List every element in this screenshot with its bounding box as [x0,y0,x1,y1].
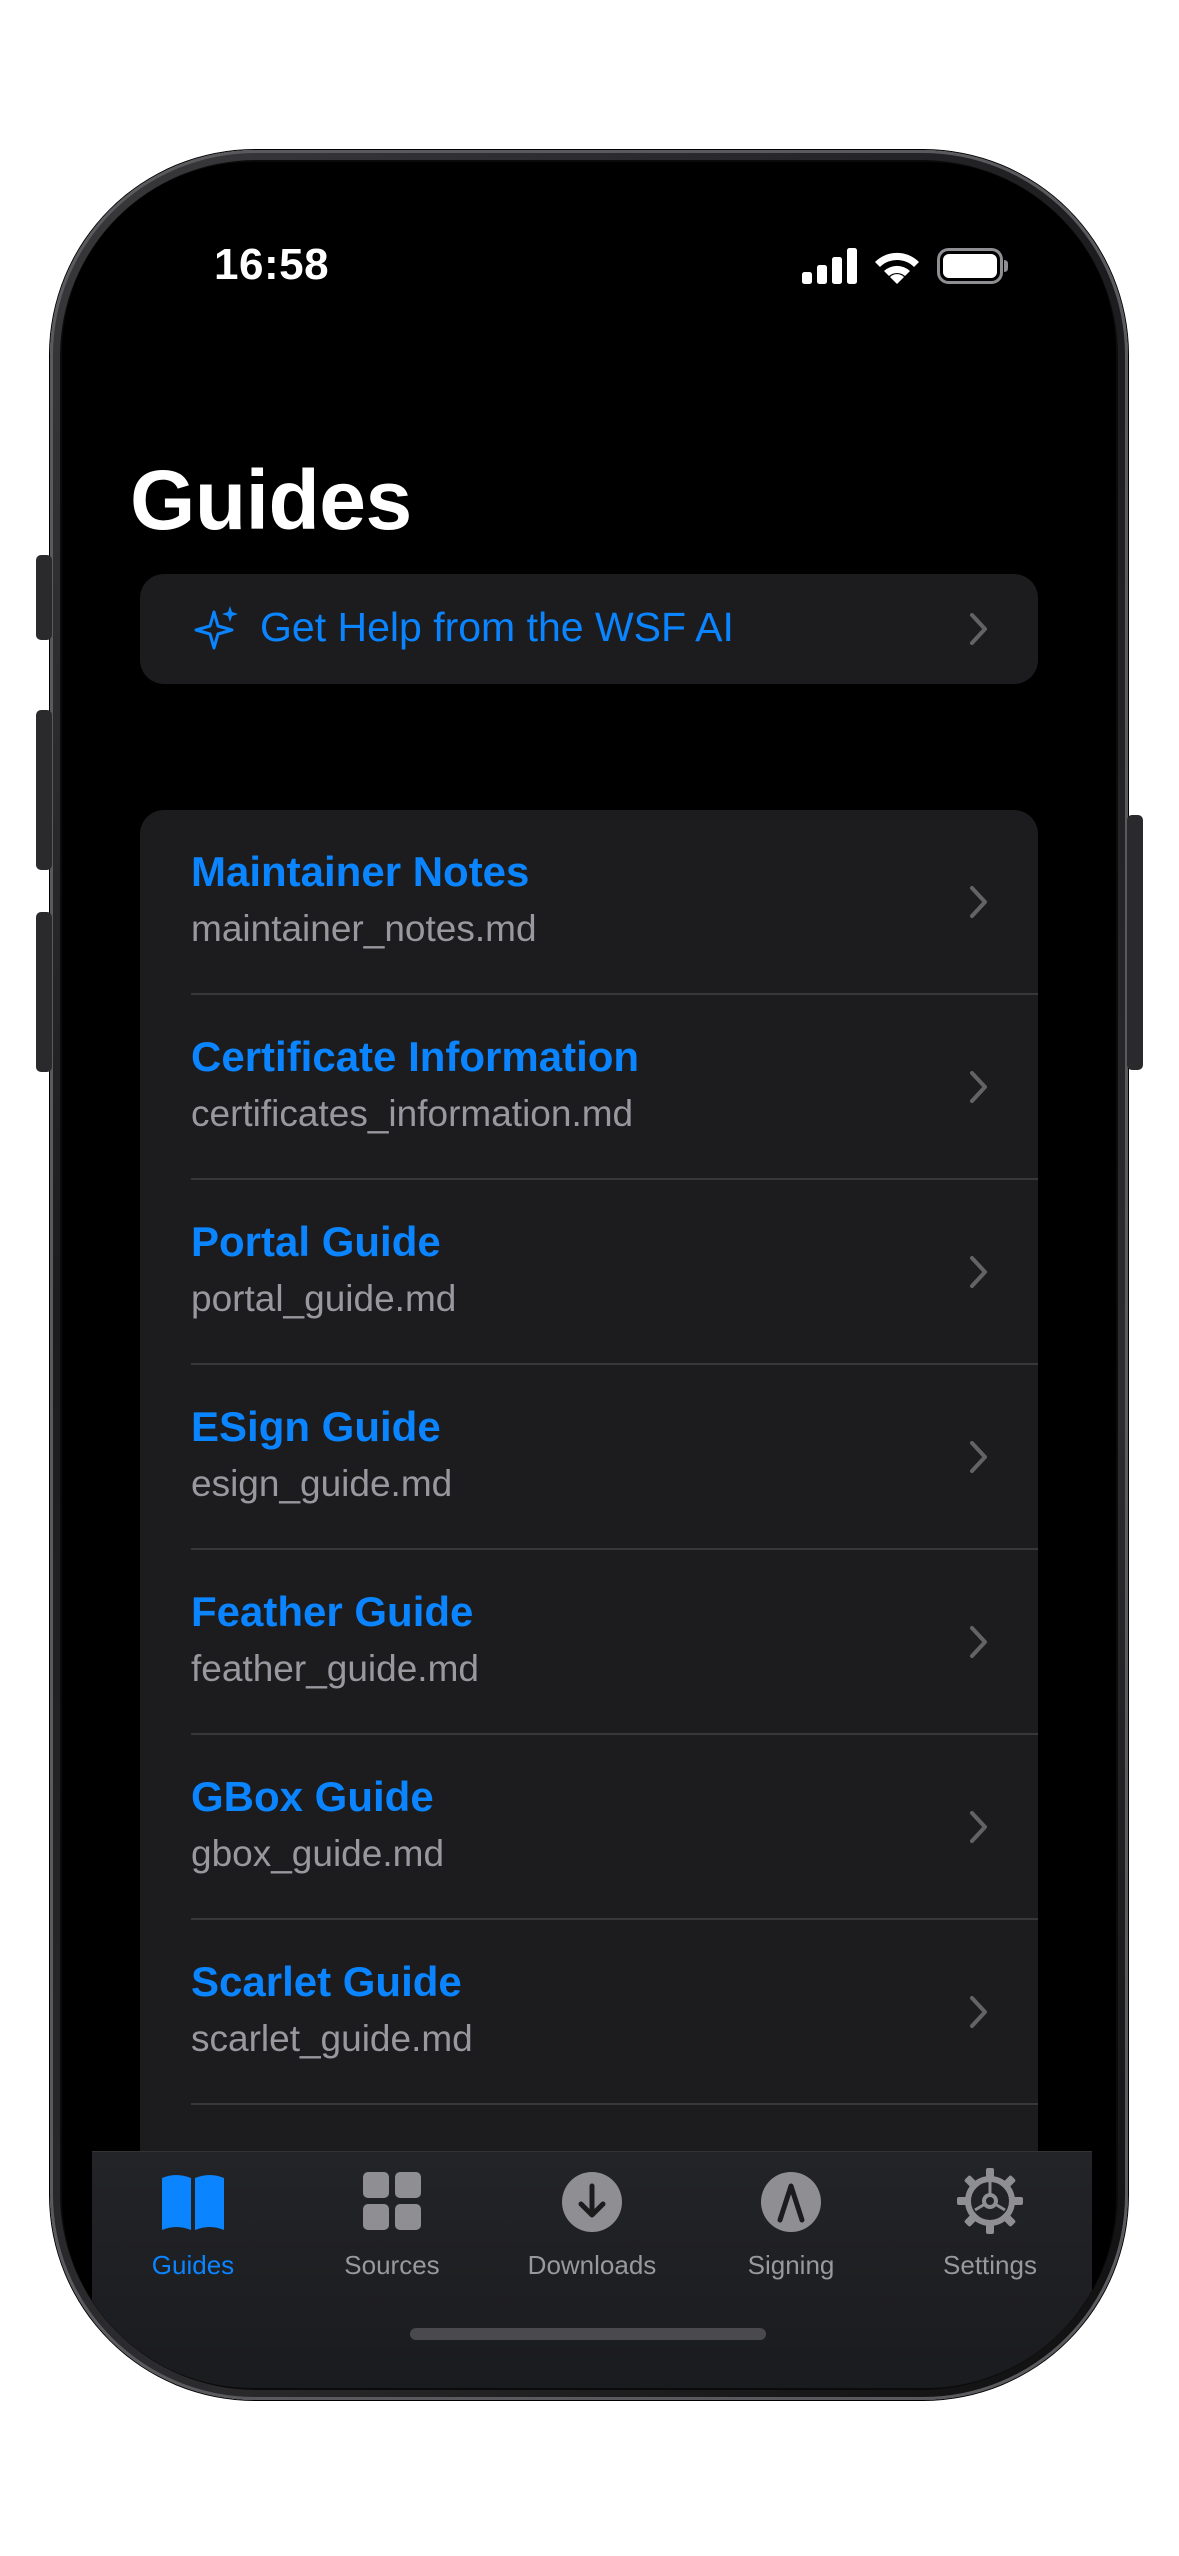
volume-up-button [36,710,52,870]
row-divider [191,2103,1038,2105]
tab-sources[interactable]: Sources [297,2166,487,2280]
guide-title: Maintainer Notes [191,848,530,895]
grid-icon [363,2172,421,2230]
tab-label: Settings [943,2250,1037,2280]
silent-switch [36,555,52,640]
volume-down-button [36,912,52,1072]
tab-label: Signing [747,2250,835,2280]
chevron-right-icon [970,1626,987,1658]
guide-title: Portal Guide [191,1218,441,1265]
home-indicator[interactable] [410,2328,766,2340]
chevron-right-icon [970,886,987,918]
power-button [1127,815,1143,1070]
tab-label: Guides [151,2250,235,2280]
guide-row-feather-guide[interactable]: Feather Guide feather_guide.md [140,1550,1038,1735]
gear-icon [957,2168,1023,2234]
guide-filename: esign_guide.md [191,1463,453,1504]
ai-help-label: Get Help from the WSF AI [260,604,734,650]
guide-filename: gbox_guide.md [191,1833,445,1874]
guide-row-certificate-information[interactable]: Certificate Information certificates_inf… [140,995,1038,1180]
status-time: 16:58 [214,240,330,289]
guide-list: Maintainer Notes maintainer_notes.md Cer… [140,810,1038,2210]
sparkle-icon [194,606,238,650]
signing-icon [761,2172,821,2232]
guide-title: ESign Guide [191,1403,441,1450]
tab-signing[interactable]: Signing [696,2166,886,2280]
guide-filename: scarlet_guide.md [191,2018,473,2059]
guide-row-maintainer-notes[interactable]: Maintainer Notes maintainer_notes.md [140,810,1038,995]
battery-icon [937,248,1008,284]
chevron-right-icon [970,1256,987,1288]
guide-title: Scarlet Guide [191,1958,462,2005]
chevron-right-icon [970,613,987,645]
guide-filename: feather_guide.md [191,1648,479,1689]
book-icon [162,2175,224,2230]
ai-help-button[interactable]: Get Help from the WSF AI [140,574,1038,684]
tab-label: Downloads [527,2250,657,2280]
guide-filename: maintainer_notes.md [191,908,537,949]
guide-title: Certificate Information [191,1033,640,1080]
chevron-right-icon [970,1441,987,1473]
chevron-right-icon [970,1996,987,2028]
guide-filename: certificates_information.md [191,1093,634,1134]
guide-row-gbox-guide[interactable]: GBox Guide gbox_guide.md [140,1735,1038,1920]
screen: 16:58 Guides Get Help from the WSF AI Ma… [62,162,1116,2388]
page-title: Guides [130,453,412,547]
tab-settings[interactable]: Settings [895,2166,1085,2280]
tab-downloads[interactable]: Downloads [497,2166,687,2280]
cellular-signal-icon [802,248,857,284]
tab-guides[interactable]: Guides [98,2166,288,2280]
download-icon [562,2172,622,2232]
guide-row-portal-guide[interactable]: Portal Guide portal_guide.md [140,1180,1038,1365]
guide-title: Feather Guide [191,1588,474,1635]
guide-filename: portal_guide.md [191,1278,457,1319]
chevron-right-icon [970,1071,987,1103]
guide-title: GBox Guide [191,1773,434,1820]
guide-row-esign-guide[interactable]: ESign Guide esign_guide.md [140,1365,1038,1550]
tab-label: Sources [344,2250,440,2280]
wifi-icon [875,252,919,284]
tab-bar: Guides Sources Downloads Signing Setting… [92,2152,1092,2388]
guide-row-scarlet-guide[interactable]: Scarlet Guide scarlet_guide.md [140,1920,1038,2105]
chevron-right-icon [970,1811,987,1843]
